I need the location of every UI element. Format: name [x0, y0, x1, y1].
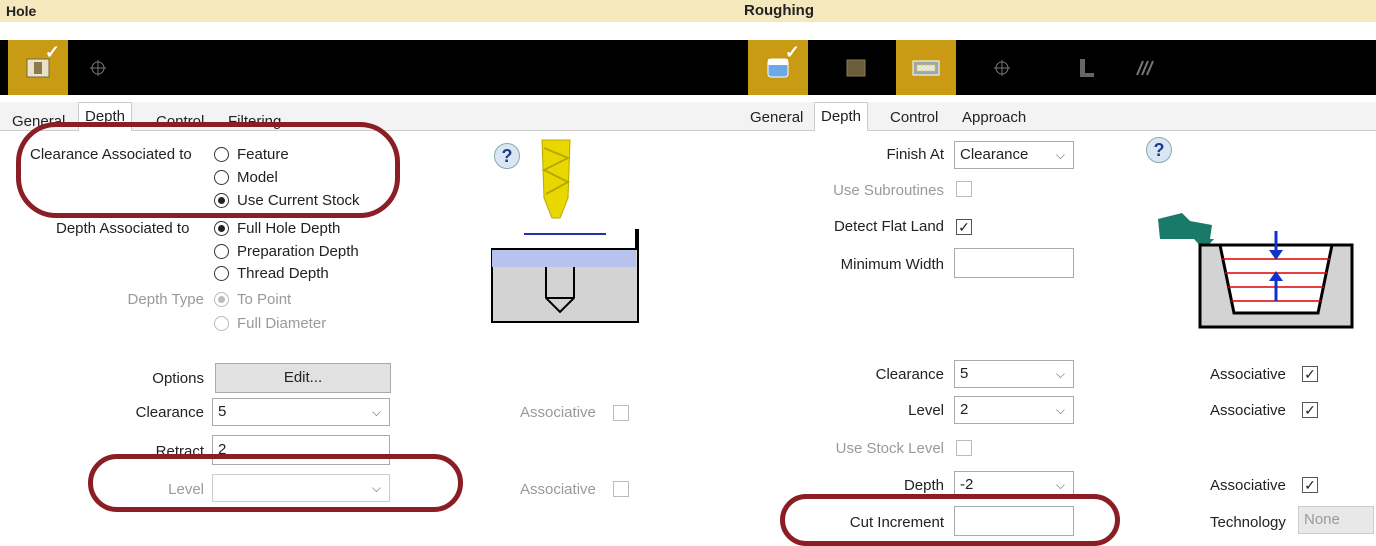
- level-associative-label: Associative: [1210, 402, 1286, 419]
- depth-associative-label: Associative: [1210, 477, 1286, 494]
- drill-depth-diagram: [491, 139, 639, 323]
- radio-full-hole-depth-label: Full Hole Depth: [237, 220, 341, 237]
- chevron-down-icon: ⌵: [1055, 403, 1065, 417]
- radio-preparation-depth-label: Preparation Depth: [237, 243, 359, 260]
- roughing-position-tool-button[interactable]: [972, 40, 1032, 95]
- clearance-value: 5: [960, 365, 969, 382]
- roughing-strategy-tool-button[interactable]: [1116, 40, 1176, 95]
- edit-options-button[interactable]: Edit...: [215, 363, 391, 393]
- hole-toolbar: ✓: [0, 40, 738, 95]
- level-associative-checkbox[interactable]: [613, 481, 629, 497]
- hole-feature-tool-button[interactable]: ✓: [8, 40, 68, 95]
- level-value: 2: [960, 401, 969, 418]
- level-associative-label: Associative: [520, 481, 596, 498]
- depth-associated-label: Depth Associated to: [56, 220, 190, 237]
- detect-flat-land-checkbox[interactable]: ✓: [956, 219, 972, 235]
- radio-preparation-depth[interactable]: [214, 244, 229, 259]
- roughing-panel: Roughing ✓ General Depth Control Approac…: [738, 0, 1376, 546]
- use-subroutines-label: Use Subroutines: [833, 182, 944, 199]
- roughing-part-tool-button[interactable]: [826, 40, 886, 95]
- chevron-down-icon: ⌵: [1055, 367, 1065, 381]
- check-icon: ✓: [44, 42, 60, 62]
- roughing-depth-diagram: [1158, 213, 1354, 329]
- crosshair-icon: [994, 59, 1010, 76]
- tool-l-icon: [1080, 58, 1094, 77]
- radio-thread-depth-label: Thread Depth: [237, 265, 329, 282]
- use-stock-level-checkbox[interactable]: [956, 440, 972, 456]
- clearance-associative-checkbox[interactable]: ✓: [1302, 366, 1318, 382]
- radio-to-point[interactable]: [214, 292, 229, 307]
- radio-full-hole-depth[interactable]: [214, 221, 229, 236]
- technology-combo[interactable]: None: [1298, 506, 1374, 534]
- level-combo[interactable]: 2 ⌵: [954, 396, 1074, 424]
- roughing-tabbar: General Depth Control Approach: [738, 102, 1376, 131]
- tab-depth[interactable]: Depth: [814, 102, 869, 131]
- finish-at-label: Finish At: [886, 146, 944, 163]
- clearance-label: Clearance: [875, 366, 944, 383]
- roughing-pocket-tool-button[interactable]: [896, 40, 956, 95]
- chevron-down-icon: ⌵: [1055, 148, 1065, 162]
- hole-title: Hole: [0, 0, 738, 22]
- clearance-associative-checkbox[interactable]: [613, 405, 629, 421]
- radio-to-point-label: To Point: [237, 291, 292, 308]
- finish-at-combo[interactable]: Clearance ⌵: [954, 141, 1074, 169]
- highlight-oval-clearance-associated: [16, 122, 400, 218]
- level-label: Level: [908, 402, 944, 419]
- technology-label: Technology: [1210, 514, 1286, 531]
- tab-approach[interactable]: Approach: [956, 104, 1032, 132]
- chevron-down-icon: ⌵: [371, 405, 381, 419]
- options-label: Options: [152, 370, 204, 387]
- use-stock-level-label: Use Stock Level: [835, 440, 944, 457]
- hole-panel: Hole ✓ General Depth Control Filtering C…: [0, 0, 738, 544]
- clearance-associative-label: Associative: [1210, 366, 1286, 383]
- radio-full-diameter[interactable]: [214, 316, 229, 331]
- level-associative-checkbox[interactable]: ✓: [1302, 402, 1318, 418]
- tab-control[interactable]: Control: [884, 104, 944, 132]
- help-icon[interactable]: ?: [1146, 137, 1172, 163]
- finish-at-value: Clearance: [960, 146, 1029, 163]
- crosshair-icon: [90, 59, 106, 76]
- check-icon: ✓: [784, 42, 800, 62]
- hole-position-tool-button[interactable]: [68, 40, 128, 95]
- clearance-label: Clearance: [135, 404, 204, 421]
- highlight-oval-level: [88, 454, 463, 512]
- minimum-width-field[interactable]: [954, 248, 1074, 278]
- roughing-toolbar: ✓: [738, 40, 1376, 95]
- roughing-tool-button[interactable]: [1056, 40, 1116, 95]
- part-block-icon: [846, 59, 866, 76]
- clearance-associative-label: Associative: [520, 404, 596, 421]
- depth-label: Depth: [903, 477, 944, 494]
- minimum-width-label: Minimum Width: [840, 256, 944, 273]
- roughing-title: Roughing: [738, 0, 1376, 22]
- toolpath-icon: [1136, 60, 1154, 75]
- depth-value: -2: [960, 476, 974, 493]
- highlight-oval-cut-increment: [780, 494, 1120, 546]
- detect-flat-land-label: Detect Flat Land: [833, 218, 944, 235]
- pocket-icon: [912, 60, 940, 75]
- radio-thread-depth[interactable]: [214, 266, 229, 281]
- use-subroutines-checkbox[interactable]: [956, 181, 972, 197]
- depth-type-label: Depth Type: [127, 291, 204, 308]
- radio-full-diameter-label: Full Diameter: [237, 315, 327, 332]
- depth-associative-checkbox[interactable]: ✓: [1302, 477, 1318, 493]
- roughing-stock-tool-button[interactable]: ✓: [748, 40, 808, 95]
- tab-general[interactable]: General: [744, 104, 809, 132]
- clearance-value: 5: [218, 403, 227, 420]
- clearance-combo[interactable]: 5 ⌵: [212, 398, 390, 426]
- clearance-combo[interactable]: 5 ⌵: [954, 360, 1074, 388]
- technology-value: None: [1304, 511, 1340, 528]
